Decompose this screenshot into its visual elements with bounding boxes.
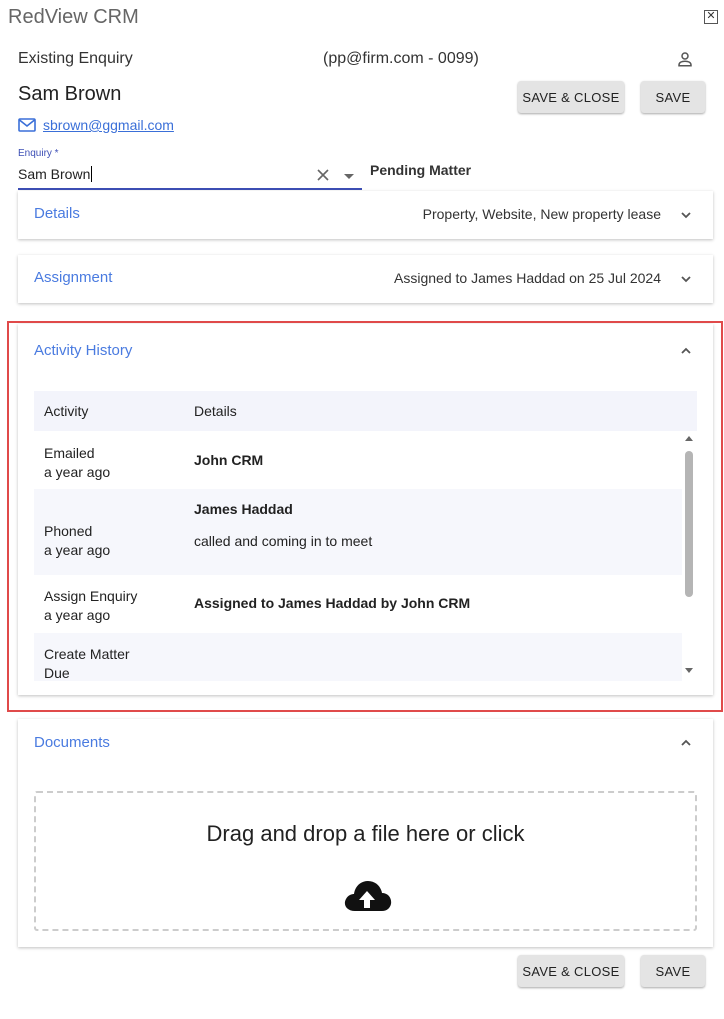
close-window-button[interactable]: ✕: [704, 10, 718, 24]
activity-detail-text: called and coming in to meet: [194, 533, 373, 549]
email-link[interactable]: sbrown@ggmail.com: [43, 117, 174, 133]
enquiry-type-label: Existing Enquiry: [18, 50, 133, 67]
table-row: Create Matter Due: [34, 633, 697, 681]
activity-table: Activity Details Emailed a year ago John…: [34, 391, 697, 681]
dropdown-arrow-icon[interactable]: [344, 174, 354, 179]
column-header-activity: Activity: [44, 403, 89, 419]
chevron-down-icon[interactable]: [681, 274, 691, 284]
email-row: sbrown@ggmail.com: [18, 117, 174, 133]
clear-icon[interactable]: [316, 168, 330, 182]
assignment-panel-title[interactable]: Assignment: [34, 269, 112, 286]
activity-table-body[interactable]: Emailed a year ago John CRM Phoned a yea…: [34, 431, 697, 681]
activity-detail-title: James Haddad: [194, 501, 293, 517]
chevron-up-icon[interactable]: [681, 738, 691, 748]
save-close-button-top[interactable]: SAVE & CLOSE: [518, 81, 624, 113]
activity-detail-title: John CRM: [194, 452, 264, 468]
details-panel[interactable]: Details Property, Website, New property …: [18, 191, 713, 239]
scroll-up-icon[interactable]: [685, 436, 693, 441]
activity-name: Assign Enquiry: [44, 588, 138, 604]
activity-scrollbar[interactable]: [682, 431, 697, 681]
chevron-up-icon[interactable]: [681, 346, 691, 356]
activity-when: Due: [44, 665, 70, 681]
activity-name: Phoned: [44, 523, 93, 539]
table-row: Emailed a year ago John CRM: [34, 431, 697, 489]
activity-history-panel: Activity History Activity Details Emaile…: [18, 324, 713, 695]
enquiry-field-label: Enquiry *: [18, 148, 59, 159]
enquiry-input[interactable]: Sam Brown: [18, 162, 362, 190]
activity-detail-title: Assigned to James Haddad by John CRM: [194, 595, 471, 611]
scrollbar-thumb[interactable]: [685, 451, 693, 597]
enquiry-status: Pending Matter: [370, 162, 472, 178]
save-button-top[interactable]: SAVE: [641, 81, 705, 113]
app-title: RedView CRM: [8, 6, 139, 28]
save-button-bottom[interactable]: SAVE: [641, 955, 705, 987]
details-summary: Property, Website, New property lease: [422, 206, 661, 222]
activity-when: a year ago: [44, 542, 111, 558]
person-icon[interactable]: [676, 50, 694, 68]
details-panel-title[interactable]: Details: [34, 205, 80, 222]
mail-icon: [18, 118, 36, 132]
contact-name: Sam Brown: [18, 83, 122, 105]
chevron-down-icon[interactable]: [681, 210, 691, 220]
assignment-summary: Assigned to James Haddad on 25 Jul 2024: [394, 270, 661, 286]
column-header-details: Details: [194, 403, 237, 419]
activity-name: Create Matter: [44, 646, 130, 662]
activity-when: a year ago: [44, 607, 111, 623]
file-dropzone[interactable]: Drag and drop a file here or click: [34, 791, 697, 931]
table-row: Phoned a year ago James Haddad called an…: [34, 489, 697, 575]
activity-table-header: Activity Details: [34, 391, 697, 431]
documents-title[interactable]: Documents: [34, 734, 110, 751]
assignment-panel[interactable]: Assignment Assigned to James Haddad on 2…: [18, 255, 713, 303]
scroll-down-icon[interactable]: [685, 668, 693, 673]
activity-name: Emailed: [44, 445, 95, 461]
documents-panel: Documents Drag and drop a file here or c…: [18, 719, 713, 947]
close-icon: ✕: [706, 10, 716, 22]
table-row: Assign Enquiry a year ago Assigned to Ja…: [34, 575, 697, 633]
enquiry-input-value[interactable]: Sam Brown: [18, 166, 92, 182]
enquiry-id: (pp@firm.com - 0099): [323, 50, 479, 67]
activity-history-title[interactable]: Activity History: [34, 342, 132, 359]
cloud-upload-icon: [344, 881, 392, 911]
activity-when: a year ago: [44, 464, 111, 480]
dropzone-text: Drag and drop a file here or click: [206, 821, 525, 846]
save-close-button-bottom[interactable]: SAVE & CLOSE: [518, 955, 624, 987]
